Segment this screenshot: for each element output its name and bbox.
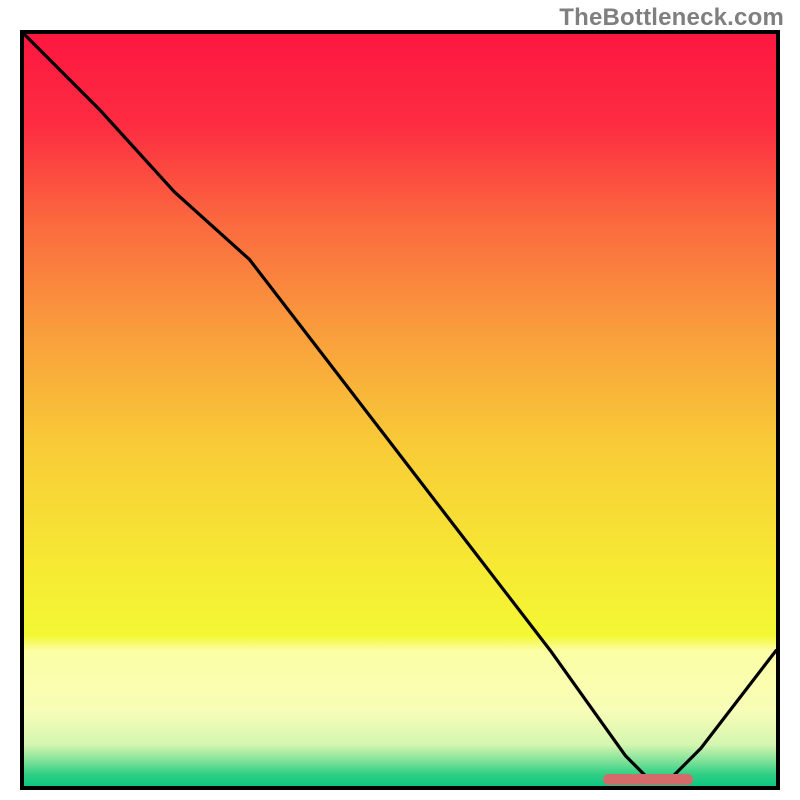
minimum-region-marker xyxy=(603,774,693,785)
curve-layer xyxy=(24,34,776,786)
bottleneck-chart: TheBottleneck.com xyxy=(0,0,800,800)
watermark-text: TheBottleneck.com xyxy=(559,4,784,32)
bottleneck-curve-path xyxy=(24,34,776,779)
plot-area xyxy=(20,30,780,790)
